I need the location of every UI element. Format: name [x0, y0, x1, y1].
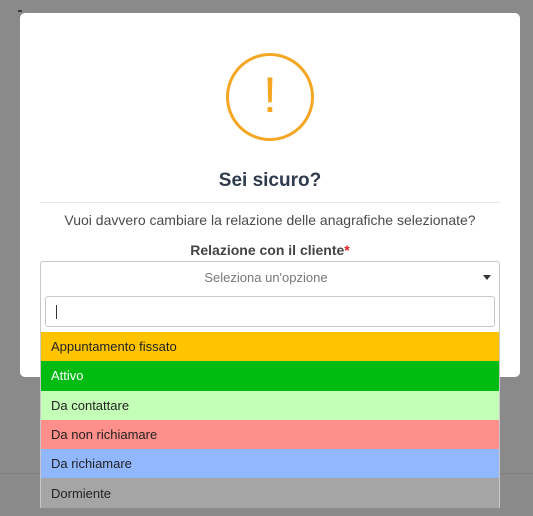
dropdown-search-box[interactable]: [45, 296, 495, 327]
dialog-message: Vuoi davvero cambiare la relazione delle…: [64, 212, 476, 228]
select-placeholder: Seleziona un'opzione: [204, 270, 328, 285]
option-item[interactable]: Da richiamare: [41, 449, 499, 479]
backdrop-fragment: [18, 10, 22, 12]
title-divider: [40, 202, 500, 203]
option-item[interactable]: Attivo: [41, 361, 499, 391]
text-caret: [56, 305, 57, 319]
option-item[interactable]: Da contattare: [41, 390, 499, 420]
option-item[interactable]: Dormiente: [41, 478, 499, 508]
options-list: Appuntamento fissato Attivo Da contattare D…: [41, 332, 499, 508]
option-item[interactable]: Da non richiamare: [41, 419, 499, 450]
chevron-down-icon[interactable]: [483, 275, 491, 280]
dialog-title: Sei sicuro?: [218, 170, 322, 191]
select-dropdown: Appuntamento fissato Attivo Da contattare D…: [40, 292, 500, 508]
field-label-text: Relazione con il cliente: [190, 242, 345, 258]
exclamation-icon: !: [226, 53, 314, 141]
dropdown-search-input[interactable]: [46, 297, 494, 326]
field-label: Relazione con il cliente*: [20, 242, 520, 258]
required-mark: *: [344, 242, 350, 258]
exclamation-glyph: !: [263, 67, 277, 123]
relation-select[interactable]: Seleziona un'opzione: [40, 261, 500, 294]
option-item[interactable]: Appuntamento fissato: [41, 332, 499, 362]
